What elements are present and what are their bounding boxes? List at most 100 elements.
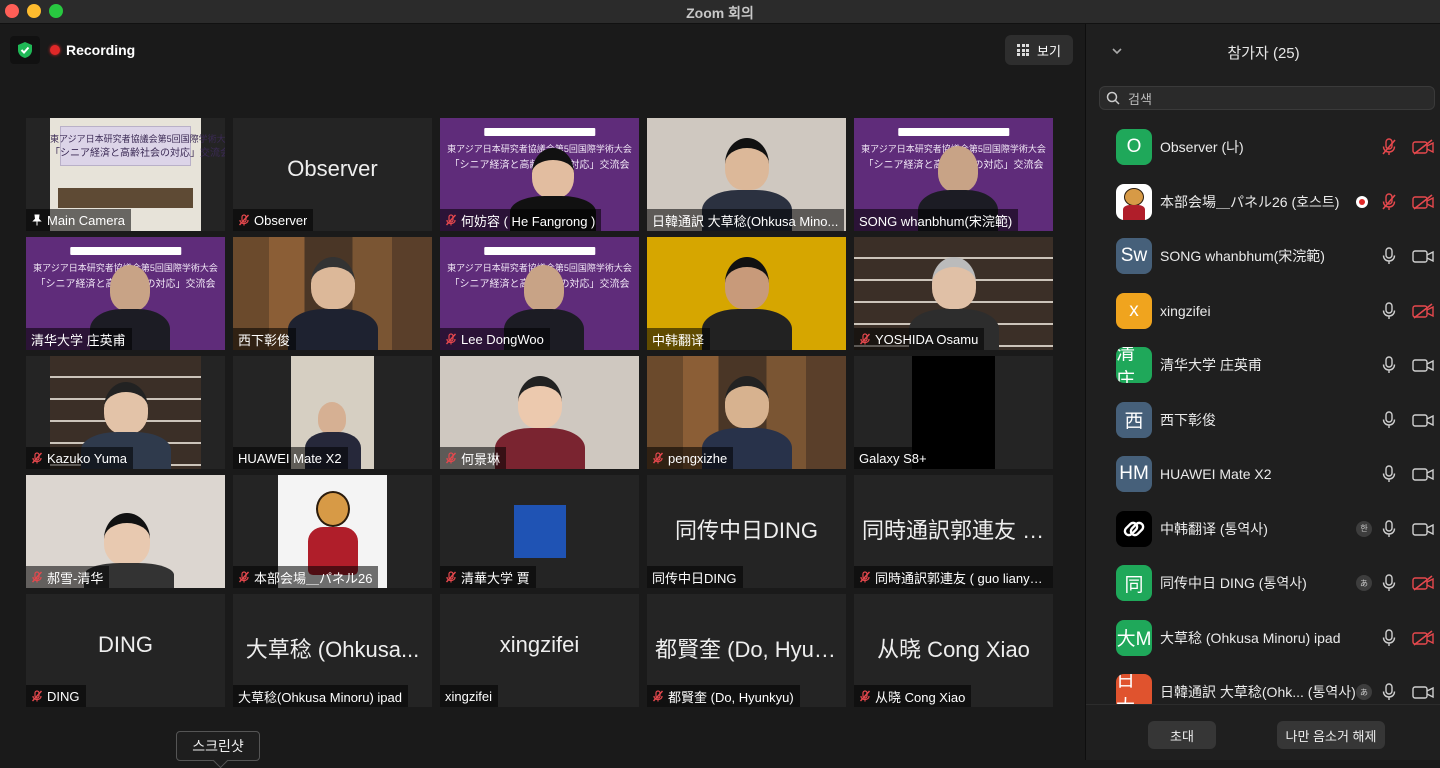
- microphone-muted-icon: [238, 571, 250, 583]
- view-button[interactable]: 보기: [1005, 35, 1073, 65]
- participant-row[interactable]: 中韩翻译 (통역사) 한: [1086, 502, 1440, 556]
- unmute-me-button[interactable]: 나만 음소거 해제: [1277, 721, 1385, 749]
- participant-name: SONG whanbhum(宋浣範): [859, 213, 1013, 229]
- language-badge: あ: [1356, 575, 1372, 591]
- tile-display-name: 同時通訳郭連友 ( ...: [862, 518, 1053, 543]
- participant-row[interactable]: HM HUAWEI Mate X2: [1086, 447, 1440, 501]
- video-tile[interactable]: 何景琳: [440, 356, 639, 469]
- tile-display-name: 从晓 Cong Xiao: [877, 637, 1030, 662]
- tile-name-label: 清華大学 賈: [440, 566, 536, 588]
- microphone-icon: [1382, 356, 1396, 373]
- participant-name: 中韩翻译 (통역사): [1160, 520, 1268, 537]
- video-tile[interactable]: 東アジア日本研究者協議会第5回国際学術大会 「シニア経済と高齢社会の対応」交流会…: [440, 237, 639, 350]
- tile-name-label: HUAWEI Mate X2: [233, 447, 348, 469]
- participant-row[interactable]: Sw SONG whanbhum(宋浣範): [1086, 229, 1440, 283]
- recording-indicator[interactable]: Recording: [50, 38, 135, 62]
- video-tile[interactable]: 東アジア日本研究者協議会第5回国際学術大会 「シニア経済と高齢社会の対応」交流会…: [26, 237, 225, 350]
- video-tile[interactable]: YOSHIDA Osamu: [854, 237, 1053, 350]
- participant-name: Galaxy S8+: [859, 450, 927, 466]
- video-tile[interactable]: 東アジア日本研究者協議会第5回国際学術大会 「シニア経済と高齢社会の対応」交流会…: [854, 118, 1053, 231]
- participant-row[interactable]: 西 西下彰俊: [1086, 393, 1440, 447]
- participant-row[interactable]: 清庄 清华大学 庄英甫: [1086, 338, 1440, 392]
- video-tile[interactable]: Kazuko Yuma: [26, 356, 225, 469]
- grid-view-icon: [1017, 44, 1030, 56]
- camera-off-icon: [1412, 139, 1434, 155]
- participant-name: Observer (나): [1160, 139, 1244, 155]
- camera-icon: [1412, 468, 1434, 481]
- participant-row[interactable]: 本部会場＿パネル26 (호스트): [1086, 175, 1440, 229]
- participant-name: 清華大学 賈: [461, 570, 530, 586]
- participant-name: xingzifei: [1160, 302, 1211, 319]
- video-tile[interactable]: Observer Observer: [233, 118, 432, 231]
- participant-name: 郝雪-清华: [47, 570, 104, 586]
- participant-row[interactable]: x xingzifei: [1086, 284, 1440, 338]
- recording-dot-icon: [50, 45, 60, 55]
- tile-name-label: 日韓通訳 大草稔(Ohkusa Mino...: [647, 209, 845, 231]
- tile-name-label: Main Camera: [26, 209, 132, 231]
- participant-name: Main Camera: [47, 212, 126, 228]
- tile-name-label: 从晓 Cong Xiao: [854, 685, 972, 707]
- participant-name: 中韩翻译: [652, 332, 705, 348]
- video-tile[interactable]: 都賢奎 (Do, Hyun... 都賢奎 (Do, Hyunkyu): [647, 594, 846, 707]
- language-badge: あ: [1356, 684, 1372, 700]
- microphone-muted-icon: [238, 214, 250, 226]
- video-tile[interactable]: 西下彰俊: [233, 237, 432, 350]
- video-tile[interactable]: HUAWEI Mate X2: [233, 356, 432, 469]
- microphone-icon: [1382, 410, 1396, 428]
- video-tile[interactable]: xingzifei xingzifei: [440, 594, 639, 707]
- avatar: 西: [1116, 401, 1152, 438]
- participants-title: 참가자 (25): [1227, 44, 1300, 62]
- participant-search-input[interactable]: 검색: [1099, 86, 1435, 110]
- participants-footer: 초대 나만 음소거 해제: [1086, 704, 1440, 760]
- tile-name-label: Galaxy S8+: [854, 447, 933, 469]
- avatar: 大M: [1116, 619, 1152, 656]
- chevron-down-icon[interactable]: [1110, 44, 1124, 58]
- participant-row[interactable]: 日大 日韓通訳 大草稔(Ohk... (통역사) あ: [1086, 665, 1440, 704]
- video-tile[interactable]: 日韓通訳 大草稔(Ohkusa Mino...: [647, 118, 846, 231]
- participant-name: xingzifei: [445, 688, 492, 704]
- video-tile[interactable]: 大草稔 (Ohkusa... 大草稔(Ohkusa Minoru) ipad: [233, 594, 432, 707]
- avatar: HM: [1116, 456, 1152, 492]
- participant-row[interactable]: 同 同传中日 DING (통역사) あ: [1086, 556, 1440, 610]
- video-tile[interactable]: 同传中日DING 同传中日DING: [647, 475, 846, 588]
- participant-name: pengxizhe: [668, 450, 728, 466]
- video-tile[interactable]: 東アジア日本研究者協議会第5回国際学術大会 「シニア経済と高齢社会の対応」交流会…: [440, 118, 639, 231]
- video-gallery: 東アジア日本研究者協議会第5回国際学術大会 「シニア経済と高齢社会の対応」交流会…: [26, 118, 1053, 708]
- video-tile[interactable]: 从晓 Cong Xiao 从晓 Cong Xiao: [854, 594, 1053, 707]
- microphone-icon: [1382, 628, 1396, 646]
- microphone-muted-icon: [859, 571, 871, 583]
- tile-display-name: Observer: [287, 156, 378, 181]
- video-tile[interactable]: pengxizhe: [647, 356, 846, 469]
- video-tile[interactable]: DING DING: [26, 594, 225, 707]
- participant-row[interactable]: 大M 大草稔 (Ohkusa Minoru) ipad: [1086, 611, 1440, 665]
- microphone-muted-icon: [31, 452, 43, 464]
- participant-name: YOSHIDA Osamu: [875, 331, 979, 347]
- search-placeholder: 검색: [1128, 91, 1152, 107]
- tile-display-name: DING: [98, 632, 153, 657]
- video-tile[interactable]: 中韩翻译: [647, 237, 846, 350]
- camera-icon: [1412, 413, 1434, 427]
- video-tile[interactable]: 清華大学 賈: [440, 475, 639, 588]
- camera-off-icon: [1412, 575, 1434, 591]
- participant-row[interactable]: O Observer (나): [1086, 120, 1440, 174]
- participant-name: Observer: [254, 212, 308, 228]
- microphone-icon: [1382, 301, 1396, 319]
- video-tile[interactable]: 東アジア日本研究者協議会第5回国際学術大会 「シニア経済と高齢社会の対応」交流会…: [26, 118, 225, 231]
- tile-name-label: 清华大学 庄英甫: [26, 328, 132, 350]
- microphone-icon: [1382, 247, 1396, 264]
- microphone-muted-icon: [445, 452, 457, 464]
- video-tile[interactable]: 同時通訳郭連友 ( ... 同時通訳郭連友 ( guo lianyo...: [854, 475, 1053, 588]
- video-tile[interactable]: 郝雪-清华: [26, 475, 225, 588]
- blue-video: [514, 505, 566, 558]
- video-tile[interactable]: Galaxy S8+: [854, 356, 1053, 469]
- avatar: 清庄: [1116, 347, 1152, 383]
- tile-name-label: DING: [26, 685, 86, 707]
- video-tile[interactable]: 本部会場＿パネル26: [233, 475, 432, 588]
- search-icon: [1106, 91, 1120, 105]
- pin-icon: [32, 214, 42, 226]
- microphone-muted-icon: [445, 333, 457, 345]
- participant-name: 大草稔 (Ohkusa Minoru) ipad: [1160, 629, 1341, 646]
- invite-button[interactable]: 초대: [1148, 721, 1216, 749]
- security-shield-icon[interactable]: [10, 36, 40, 64]
- avatar-initials: HM: [1119, 463, 1149, 484]
